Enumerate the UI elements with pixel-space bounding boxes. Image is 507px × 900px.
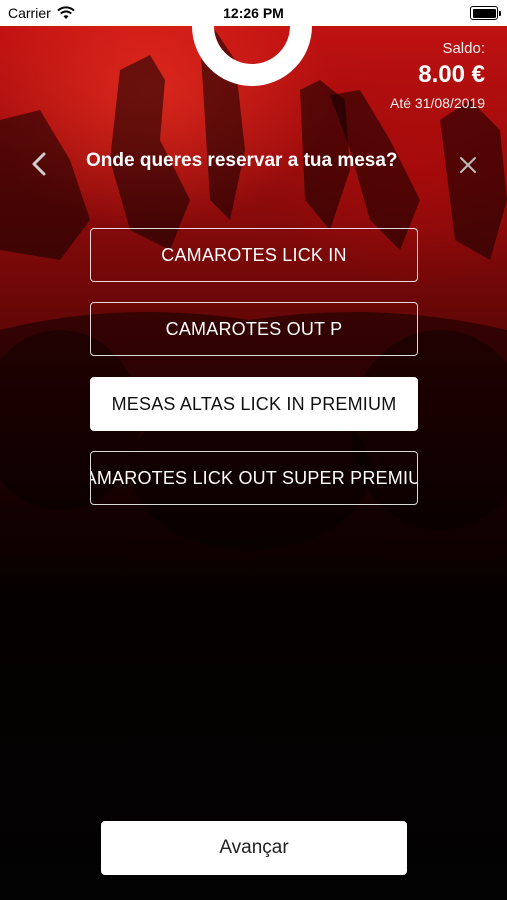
option-camarotes-out-p[interactable]: CAMAROTES OUT P: [90, 302, 418, 356]
balance-valid-until: Até 31/08/2019: [390, 95, 485, 111]
option-mesas-altas-lick-in-premium[interactable]: MESAS ALTAS LICK IN PREMIUM: [90, 377, 418, 431]
advance-button[interactable]: Avançar: [101, 821, 407, 875]
back-button[interactable]: [28, 150, 52, 178]
option-label: MESAS ALTAS LICK IN PREMIUM: [111, 393, 397, 414]
status-bar: Carrier 12:26 PM: [0, 0, 507, 26]
page-title: Onde queres reservar a tua mesa?: [86, 150, 398, 171]
logo-arc-icon: [192, 26, 312, 86]
status-time: 12:26 PM: [223, 5, 284, 21]
option-camarotes-lick-in[interactable]: CAMAROTES LICK IN: [90, 228, 418, 282]
chevron-left-icon: [32, 152, 46, 176]
balance-panel: Saldo: 8.00 € Até 31/08/2019: [390, 40, 485, 111]
close-icon: [460, 157, 476, 173]
battery-icon: [470, 6, 501, 20]
option-label: CAMAROTES LICK IN: [161, 244, 347, 265]
option-label: CAMAROTES OUT P: [165, 318, 343, 339]
balance-amount: 8.00 €: [418, 61, 485, 88]
option-camarotes-lick-out-super-premium[interactable]: CAMAROTES LICK OUT SUPER PREMIUM: [90, 451, 418, 505]
balance-label: Saldo:: [442, 40, 485, 57]
advance-button-label: Avançar: [219, 837, 289, 858]
option-label: CAMAROTES LICK OUT SUPER PREMIUM: [91, 467, 417, 488]
close-button[interactable]: [458, 155, 478, 175]
